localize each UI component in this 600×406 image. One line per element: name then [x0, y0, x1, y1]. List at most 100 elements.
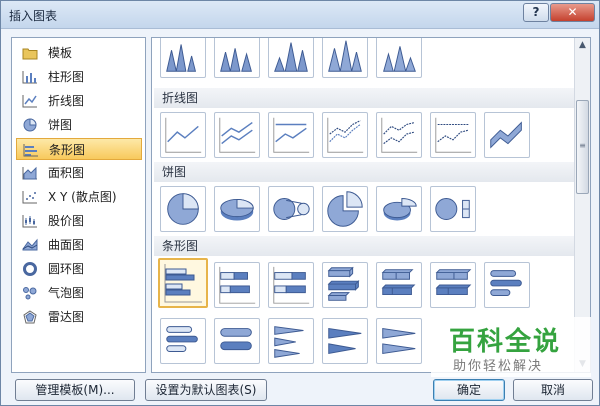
cone-bar-chart-icon — [382, 328, 416, 354]
line-markers-chart-icon — [327, 117, 364, 153]
chart-thumb-cylinder-bar-stacked[interactable] — [214, 318, 260, 364]
pie-exploded-chart-icon — [327, 191, 363, 227]
sidebar-item-area[interactable]: 面积图 — [16, 162, 142, 184]
line-markers-chart-icon — [435, 117, 472, 153]
scatter-chart-icon — [22, 191, 37, 204]
title-bar: 插入图表 ? ✕ — [1, 1, 599, 29]
ok-button[interactable]: 确定 — [433, 379, 505, 401]
sidebar-item-label: 折线图 — [48, 94, 85, 108]
pie-3d-chart-icon — [220, 198, 254, 221]
cylinder-bar-chart-icon — [490, 270, 522, 296]
help-button[interactable]: ? — [523, 3, 549, 22]
sidebar-item-stock[interactable]: 股价图 — [16, 210, 142, 232]
sidebar-item-bar[interactable]: 条形图 — [16, 138, 142, 160]
chart-thumb-cone-percent[interactable] — [268, 38, 314, 78]
sidebar-item-line[interactable]: 折线图 — [16, 90, 142, 112]
bar-chart-icon — [23, 144, 38, 157]
sidebar-item-label: 股价图 — [48, 214, 85, 228]
chart-thumb-cone-stacked[interactable] — [214, 38, 260, 78]
cone-bar-chart-icon — [328, 328, 362, 355]
chart-thumb-bar-3d-percent[interactable] — [430, 262, 476, 308]
sidebar-item-templates[interactable]: 模板 — [16, 42, 142, 64]
sidebar-item-label: 柱形图 — [48, 70, 85, 84]
bar-chart-icon — [164, 264, 202, 303]
bar-3d-chart-icon — [327, 266, 360, 301]
chart-thumb-pyramid-stacked[interactable] — [376, 38, 422, 78]
section-header-bar: 条形图 — [154, 236, 574, 256]
cylinder-bar-chart-icon — [220, 328, 252, 351]
line-3d-chart-icon — [490, 121, 522, 149]
cylinder-bar-chart-icon — [166, 326, 198, 352]
chart-thumb-bar-3d-clustered[interactable] — [322, 262, 368, 308]
chart-thumb-line-markers-percent[interactable] — [430, 112, 476, 158]
sidebar-item-column[interactable]: 柱形图 — [16, 66, 142, 88]
section-header-line: 折线图 — [154, 88, 574, 108]
chart-thumb-pyramid-clustered[interactable] — [322, 38, 368, 78]
chart-thumb-bar-stacked[interactable] — [214, 262, 260, 308]
chart-thumb-pie[interactable] — [160, 186, 206, 232]
chart-thumb-pie-exploded-3d[interactable] — [376, 186, 422, 232]
chart-thumb-bar-clustered[interactable] — [158, 258, 208, 308]
chart-thumb-line-stacked[interactable] — [214, 112, 260, 158]
sidebar-item-label: 条形图 — [49, 143, 86, 157]
pie-chart-icon — [167, 193, 199, 225]
pyramid-chart-icon — [383, 46, 416, 72]
watermark: 百科全说 助你轻松解决 — [431, 317, 591, 377]
chart-thumb-cylinder-bar-clustered[interactable] — [160, 318, 206, 364]
chart-thumb-pie-3d[interactable] — [214, 186, 260, 232]
cone-chart-icon — [220, 48, 252, 72]
chart-thumb-cone-bar-stacked[interactable] — [322, 318, 368, 364]
sidebar-item-label: 面积图 — [48, 166, 85, 180]
sidebar-item-label: 饼图 — [48, 118, 73, 132]
chart-thumb-line-markers[interactable] — [322, 112, 368, 158]
sidebar-item-label: 曲面图 — [48, 238, 85, 252]
folder-icon — [22, 48, 38, 60]
bar-3d-chart-icon — [435, 269, 472, 296]
watermark-title: 百科全说 — [449, 327, 562, 357]
insert-chart-dialog: 插入图表 ? ✕ 模板 柱形图 折线图 饼图 条形图 面积图 X Y (散点图)… — [0, 0, 600, 406]
chart-thumb-bar-of-pie[interactable] — [430, 186, 476, 232]
sidebar-item-label: X Y (散点图) — [48, 190, 117, 204]
sidebar-item-label: 圆环图 — [48, 262, 85, 276]
cone-bar-chart-icon — [274, 326, 304, 358]
radar-chart-icon — [23, 310, 37, 324]
column-chart-icon — [22, 71, 37, 84]
cancel-button[interactable]: 取消 — [513, 379, 593, 401]
area-chart-icon — [22, 166, 37, 180]
stock-chart-icon — [22, 215, 37, 228]
sidebar-item-scatter[interactable]: X Y (散点图) — [16, 186, 142, 208]
chart-thumb-bar-percent[interactable] — [268, 262, 314, 308]
chart-thumb-pie-exploded[interactable] — [322, 186, 368, 232]
sidebar-item-pie[interactable]: 饼图 — [16, 114, 142, 136]
chart-thumb-line-3d[interactable] — [484, 112, 530, 158]
sidebar-item-doughnut[interactable]: 圆环图 — [16, 258, 142, 280]
pie-of-pie-chart-icon — [273, 198, 310, 220]
chart-thumb-bar-3d-stacked[interactable] — [376, 262, 422, 308]
chart-thumb-line-percent[interactable] — [268, 112, 314, 158]
pie-chart-icon — [23, 118, 37, 132]
sidebar-item-radar[interactable]: 雷达图 — [16, 306, 142, 328]
chart-thumb-line[interactable] — [160, 112, 206, 158]
chart-thumb-cylinder-bar[interactable] — [484, 262, 530, 308]
surface-chart-icon — [22, 238, 38, 251]
chart-thumb-cone-bar-percent[interactable] — [376, 318, 422, 364]
section-header-pie: 饼图 — [154, 162, 574, 182]
chart-thumb-cone-clustered[interactable] — [160, 38, 206, 78]
line-chart-icon — [273, 117, 310, 153]
bar-chart-icon — [273, 266, 310, 304]
set-default-chart-button[interactable]: 设置为默认图表(S) — [145, 379, 267, 401]
pie-exploded-3d-chart-icon — [383, 197, 417, 221]
scroll-thumb[interactable]: ≡ — [576, 100, 589, 194]
chart-thumb-cone-bar[interactable] — [268, 318, 314, 364]
close-button[interactable]: ✕ — [550, 3, 595, 22]
chart-thumb-line-markers-stacked[interactable] — [376, 112, 422, 158]
sidebar-item-surface[interactable]: 曲面图 — [16, 234, 142, 256]
sidebar-item-bubble[interactable]: 气泡图 — [16, 282, 142, 304]
bar-chart-icon — [219, 266, 256, 304]
line-chart-icon — [22, 95, 37, 108]
scroll-up-icon[interactable]: ▲ — [575, 38, 590, 53]
line-chart-icon — [165, 117, 202, 153]
chart-thumb-pie-of-pie[interactable] — [268, 186, 314, 232]
manage-templates-button[interactable]: 管理模板(M)... — [15, 379, 135, 401]
line-markers-chart-icon — [381, 117, 418, 153]
